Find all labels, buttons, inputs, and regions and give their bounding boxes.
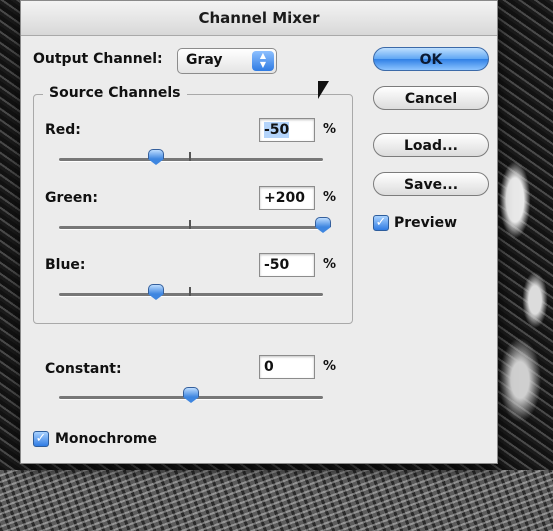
constant-slider-thumb[interactable]	[183, 387, 199, 403]
red-unit: %	[323, 122, 337, 137]
blue-value-field[interactable]: -50	[259, 253, 315, 277]
red-label: Red:	[45, 122, 81, 138]
channel-mixer-dialog: Channel Mixer Output Channel: Gray ▲ ▼ So…	[20, 0, 498, 464]
red-value-field[interactable]: -50	[259, 118, 315, 142]
ok-button[interactable]: OK	[373, 47, 489, 71]
load-button[interactable]: Load...	[373, 133, 489, 157]
green-label: Green:	[45, 190, 98, 206]
chevron-up-down-icon: ▲ ▼	[252, 51, 274, 71]
green-slider-track[interactable]	[59, 226, 323, 229]
blue-unit: %	[323, 257, 337, 272]
blue-zero-tick	[189, 287, 191, 296]
monochrome-label[interactable]: Monochrome	[55, 431, 157, 447]
blue-slider-thumb[interactable]	[148, 284, 164, 300]
red-slider-track[interactable]	[59, 158, 323, 161]
preview-checkbox[interactable]: ✓	[373, 215, 389, 231]
green-slider-thumb[interactable]	[315, 217, 331, 233]
dialog-title[interactable]: Channel Mixer	[21, 1, 497, 36]
checkmark-icon: ✓	[35, 431, 47, 446]
green-unit: %	[323, 190, 337, 205]
blue-slider-track[interactable]	[59, 293, 323, 296]
constant-label: Constant:	[45, 361, 122, 377]
constant-value-field[interactable]: 0	[259, 355, 315, 379]
preview-label[interactable]: Preview	[394, 215, 457, 231]
red-zero-tick	[189, 152, 191, 161]
red-value: -50	[264, 122, 290, 138]
output-channel-value: Gray	[186, 52, 223, 68]
checkmark-icon: ✓	[375, 215, 387, 230]
green-value-field[interactable]: +200	[259, 186, 315, 210]
output-channel-select[interactable]: Gray ▲ ▼	[177, 48, 277, 74]
output-channel-label: Output Channel:	[33, 51, 163, 67]
monochrome-checkbox[interactable]: ✓	[33, 431, 49, 447]
green-zero-tick	[189, 220, 191, 229]
background-photo-bottom	[0, 470, 553, 531]
blue-label: Blue:	[45, 257, 86, 273]
constant-unit: %	[323, 359, 337, 374]
source-channels-title: Source Channels	[43, 85, 187, 101]
cancel-button[interactable]: Cancel	[373, 86, 489, 110]
save-button[interactable]: Save...	[373, 172, 489, 196]
red-slider-thumb[interactable]	[148, 149, 164, 165]
